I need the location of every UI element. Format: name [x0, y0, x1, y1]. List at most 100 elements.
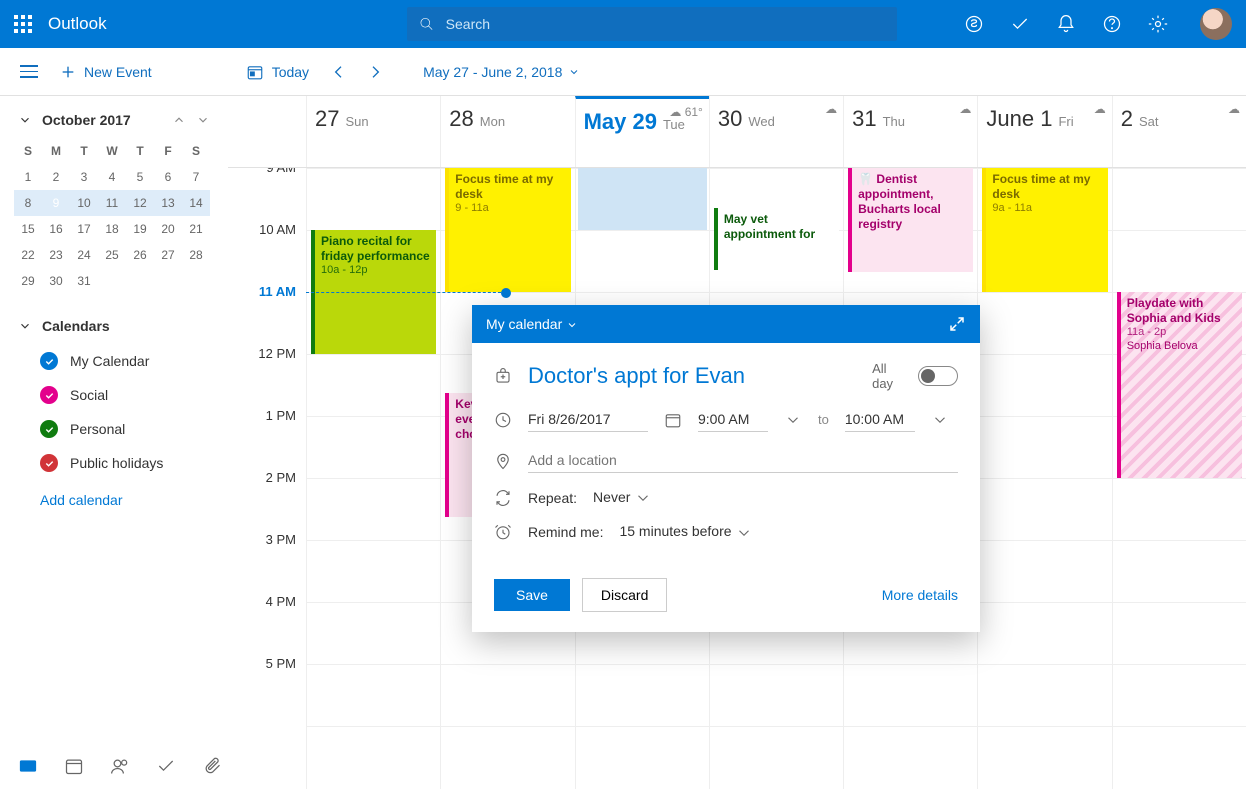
calendar-checkbox[interactable]	[40, 454, 58, 472]
minical-day[interactable]: 19	[126, 216, 154, 242]
chevron-down-icon[interactable]	[784, 411, 802, 429]
bell-icon[interactable]	[1056, 14, 1076, 34]
day-column[interactable]: Piano recital for friday performance10a …	[306, 168, 440, 789]
repeat-picker[interactable]: Never	[593, 489, 652, 507]
minical-day[interactable]: 30	[42, 268, 70, 294]
more-details-link[interactable]: More details	[882, 587, 958, 603]
minical-day[interactable]	[154, 268, 182, 294]
day-header[interactable]: 30Wed☁	[709, 96, 843, 167]
calendar-icon[interactable]	[664, 411, 682, 429]
day-column[interactable]: Playdate with Sophia and Kids11a - 2pSop…	[1112, 168, 1246, 789]
people-module-button[interactable]	[110, 756, 130, 779]
calendar-item[interactable]: My Calendar	[0, 344, 228, 378]
popup-calendar-picker[interactable]: My calendar	[486, 316, 578, 332]
minical-day[interactable]: 28	[182, 242, 210, 268]
calendar-checkbox[interactable]	[40, 420, 58, 438]
calendar-checkbox[interactable]	[40, 352, 58, 370]
save-button[interactable]: Save	[494, 579, 570, 611]
minical-day[interactable]: 3	[70, 164, 98, 190]
minical-day[interactable]: 22	[14, 242, 42, 268]
minical-day[interactable]	[98, 268, 126, 294]
date-range-picker[interactable]: May 27 - June 2, 2018	[423, 64, 580, 80]
calendar-event[interactable]: May vet appointment for	[714, 208, 839, 270]
minical-day[interactable]: 14	[182, 190, 210, 216]
minical-day[interactable]: 7	[182, 164, 210, 190]
tasks-module-button[interactable]	[156, 756, 176, 779]
search-box[interactable]	[407, 7, 897, 41]
minical-day[interactable]: 10	[70, 190, 98, 216]
minical-day[interactable]: 26	[126, 242, 154, 268]
calendar-item[interactable]: Public holidays	[0, 446, 228, 480]
calendar-event[interactable]: Focus time at my desk9 - 11a	[445, 168, 570, 292]
calendar-event[interactable]: 🦷 Dentist appointment, Bucharts local re…	[848, 168, 973, 272]
minical-day[interactable]: 15	[14, 216, 42, 242]
next-week-button[interactable]	[367, 64, 383, 80]
chevron-down-icon[interactable]	[931, 411, 949, 429]
minical-day[interactable]: 8	[14, 190, 42, 216]
day-header[interactable]: 2Sat☁	[1112, 96, 1246, 167]
mail-module-button[interactable]	[18, 756, 38, 779]
todo-icon[interactable]	[1010, 14, 1030, 34]
prev-month-button[interactable]	[172, 113, 186, 127]
settings-icon[interactable]	[1148, 14, 1168, 34]
minical-day[interactable]: 12	[126, 190, 154, 216]
search-input[interactable]	[446, 16, 885, 32]
minical-day[interactable]: 17	[70, 216, 98, 242]
reminder-picker[interactable]: 15 minutes before	[619, 523, 753, 541]
day-header[interactable]: 28Mon	[440, 96, 574, 167]
minical-day[interactable]: 13	[154, 190, 182, 216]
skype-icon[interactable]	[964, 14, 984, 34]
event-date-input[interactable]	[528, 407, 648, 432]
app-launcher-icon[interactable]	[14, 15, 32, 33]
calendar-checkbox[interactable]	[40, 386, 58, 404]
new-event-button[interactable]: New Event	[60, 64, 152, 80]
calendar-event[interactable]: Playdate with Sophia and Kids11a - 2pSop…	[1117, 292, 1242, 478]
minical-day[interactable]: 23	[42, 242, 70, 268]
minical-day[interactable]: 11	[98, 190, 126, 216]
minical-day[interactable]: 20	[154, 216, 182, 242]
attach-module-button[interactable]	[202, 756, 222, 779]
allday-toggle[interactable]: All day	[872, 361, 958, 391]
minical-day[interactable]: 1	[14, 164, 42, 190]
day-header[interactable]: June 1Fri☁	[977, 96, 1111, 167]
mini-calendar[interactable]: SMTWTFS123456789101112131415161718192021…	[14, 138, 214, 294]
expand-icon[interactable]	[948, 315, 966, 333]
day-header[interactable]: May 29Tue☁ 61°	[575, 96, 709, 167]
hamburger-icon[interactable]	[20, 65, 38, 78]
minical-day[interactable]: 24	[70, 242, 98, 268]
minical-day[interactable]: 21	[182, 216, 210, 242]
user-avatar[interactable]	[1200, 8, 1232, 40]
calendar-module-button[interactable]	[64, 756, 84, 779]
minical-day[interactable]: 16	[42, 216, 70, 242]
calendar-item[interactable]: Personal	[0, 412, 228, 446]
minical-day[interactable]: 31	[70, 268, 98, 294]
minical-day[interactable]: 25	[98, 242, 126, 268]
calendars-header[interactable]: Calendars	[0, 294, 228, 344]
start-time-input[interactable]	[698, 407, 768, 432]
location-input[interactable]	[528, 448, 958, 473]
discard-button[interactable]: Discard	[582, 578, 667, 612]
minical-day[interactable]: 2	[42, 164, 70, 190]
toggle-switch[interactable]	[918, 366, 958, 386]
today-button[interactable]: Today	[246, 63, 309, 81]
calendar-item[interactable]: Social	[0, 378, 228, 412]
day-header[interactable]: 27Sun	[306, 96, 440, 167]
minical-day[interactable]: 29	[14, 268, 42, 294]
day-header[interactable]: 31Thu☁	[843, 96, 977, 167]
minical-day[interactable]: 4	[98, 164, 126, 190]
minical-day[interactable]: 27	[154, 242, 182, 268]
minical-day[interactable]	[126, 268, 154, 294]
minical-day[interactable]: 18	[98, 216, 126, 242]
minical-day[interactable]	[182, 268, 210, 294]
end-time-input[interactable]	[845, 407, 915, 432]
minical-day[interactable]: 9	[42, 190, 70, 216]
next-month-button[interactable]	[196, 113, 210, 127]
minical-day[interactable]: 5	[126, 164, 154, 190]
calendar-event[interactable]: Focus time at my desk9a - 11a	[982, 168, 1107, 292]
add-calendar-button[interactable]: Add calendar	[0, 480, 228, 516]
minical-day[interactable]: 6	[154, 164, 182, 190]
help-icon[interactable]	[1102, 14, 1122, 34]
event-title-input[interactable]	[528, 363, 856, 389]
prev-week-button[interactable]	[331, 64, 347, 80]
day-column[interactable]: Focus time at my desk9a - 11a	[977, 168, 1111, 789]
